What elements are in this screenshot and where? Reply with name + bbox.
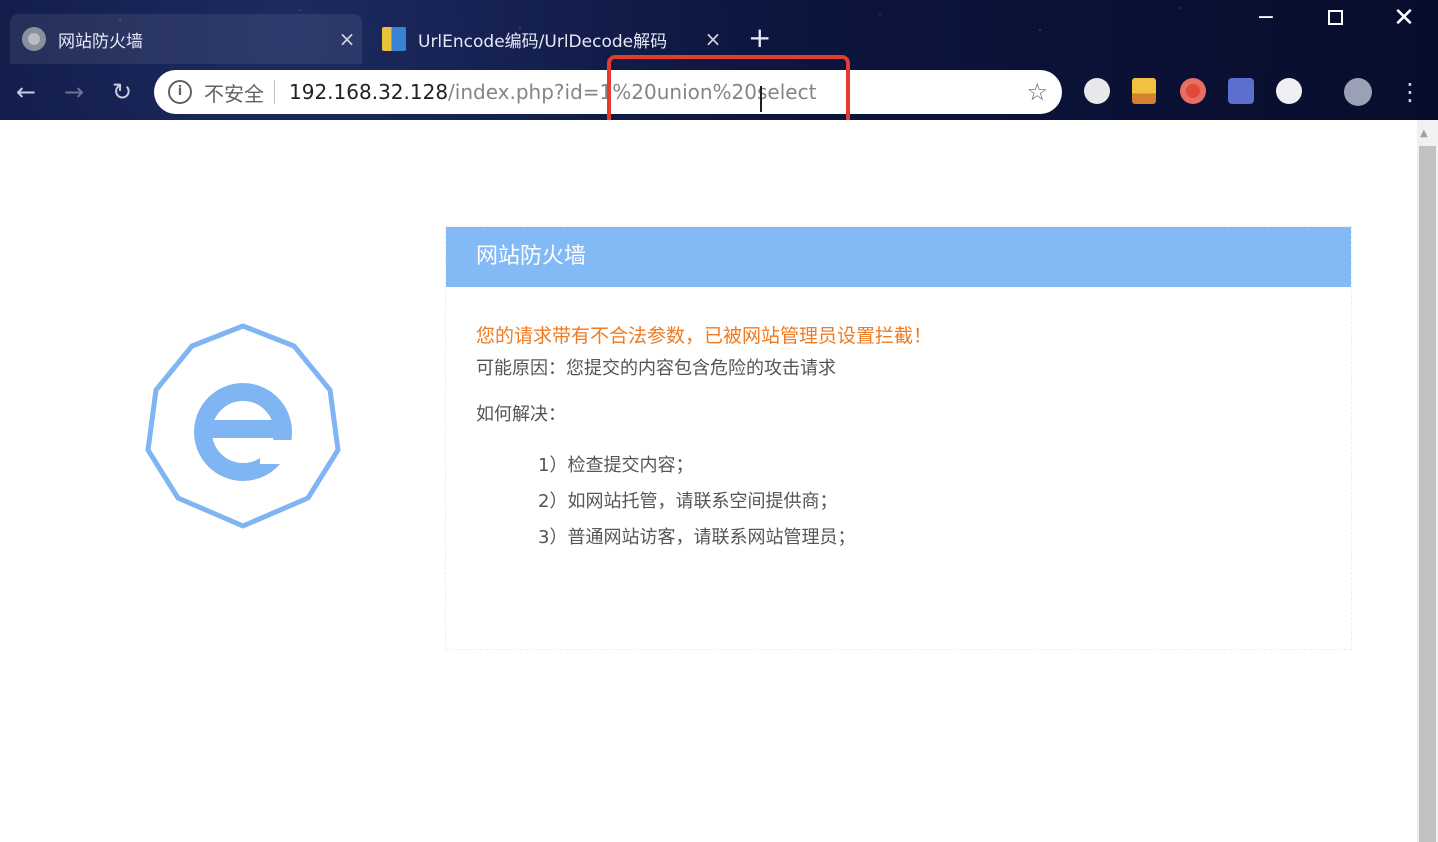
maximize-icon [1327,10,1343,25]
panel-title: 网站防火墙 [446,227,1351,287]
close-window-button[interactable]: ✕ [1382,4,1426,34]
page-content: 网站防火墙 您的请求带有不合法参数，已被网站管理员设置拦截！ 可能原因：您提交的… [0,120,1438,842]
info-icon[interactable]: i [168,80,192,104]
extension-icon[interactable] [1276,78,1302,104]
tab-title: 网站防火墙 [58,31,143,52]
minimize-button[interactable]: − [1244,4,1288,34]
list-item: 1）检查提交内容； [538,455,694,476]
browser-menu-icon[interactable]: ⋮ [1398,74,1422,110]
firewall-panel: 网站防火墙 您的请求带有不合法参数，已被网站管理员设置拦截！ 可能原因：您提交的… [445,226,1352,650]
tab-firewall[interactable]: 网站防火墙 × [10,14,362,64]
reload-button[interactable]: ↻ [104,74,140,110]
extension-icon[interactable] [1180,78,1206,104]
text-cursor [760,86,762,112]
url-host: 192.168.32.128 [289,80,449,104]
browser-chrome: 网站防火墙 × UrlEncode编码/UrlDecode解码 × + − ✕ … [0,0,1438,133]
back-button[interactable]: ← [8,74,44,110]
tab-close-icon[interactable]: × [698,27,728,51]
security-label: 不安全 [204,81,264,106]
new-tab-button[interactable]: + [748,24,771,52]
shield-logo-icon [145,323,341,529]
divider [274,80,275,104]
panel-body: 您的请求带有不合法参数，已被网站管理员设置拦截！ 可能原因：您提交的内容包含危险… [446,287,1351,590]
list-item: 2）如网站托管，请联系空间提供商； [538,491,838,512]
scrollbar-thumb[interactable] [1419,146,1436,842]
scroll-up-icon[interactable]: ▲ [1420,128,1428,139]
globe-icon [22,27,46,51]
block-reason: 可能原因：您提交的内容包含危险的攻击请求 [476,358,836,379]
tab-title: UrlEncode编码/UrlDecode解码 [418,31,668,52]
extension-icon[interactable] [1132,78,1156,104]
bookmark-star-icon[interactable]: ☆ [1026,78,1048,106]
block-warning: 您的请求带有不合法参数，已被网站管理员设置拦截！ [476,325,933,347]
extension-icon[interactable] [1228,78,1254,104]
tab-close-icon[interactable]: × [332,27,362,51]
forward-button[interactable]: → [56,74,92,110]
profile-avatar-icon[interactable] [1344,78,1372,106]
list-item: 3）普通网站访客，请联系网站管理员； [538,527,856,548]
maximize-button[interactable] [1313,4,1357,34]
solution-heading: 如何解决： [476,404,566,425]
site-favicon-icon [382,27,406,51]
solution-list: 1）检查提交内容； 2）如网站托管，请联系空间提供商； 3）普通网站访客，请联系… [476,448,1321,556]
extension-icon[interactable] [1084,78,1110,104]
